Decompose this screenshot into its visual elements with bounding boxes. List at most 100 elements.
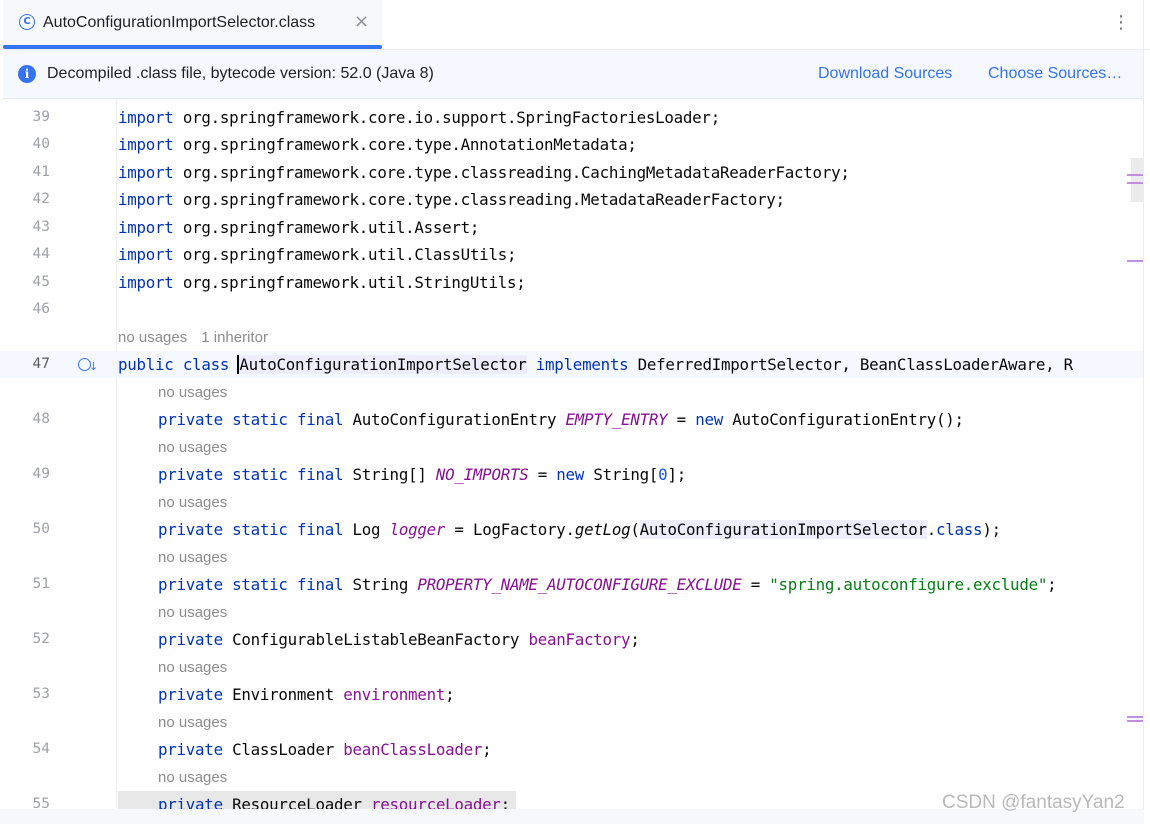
punctuation: ; [1047, 575, 1057, 594]
type-name: AutoConfigurationEntry [352, 410, 557, 429]
code-line-42[interactable]: 42 import org.springframework.core.type.… [0, 186, 1144, 213]
tab-title: AutoConfigurationImportSelector.class [43, 14, 316, 31]
type-name: ResourceLoader [232, 795, 362, 809]
field-declaration: private static final AutoConfigurationEn… [158, 406, 964, 433]
scroll-marker[interactable] [1127, 260, 1144, 262]
code-line-45[interactable]: 45 import org.springframework.util.Strin… [0, 269, 1144, 296]
decompiled-banner: i Decompiled .class file, bytecode versi… [3, 50, 1144, 99]
import-statement: import org.springframework.core.type.cla… [118, 159, 850, 186]
keyword: private [158, 410, 223, 429]
scroll-marker[interactable] [1127, 174, 1144, 176]
no-usages-hint[interactable]: no usages [158, 489, 227, 516]
code-vision-hint: no usages [0, 764, 1144, 791]
operator: = [454, 520, 464, 539]
import-path: org.springframework.util.ClassUtils; [182, 245, 517, 264]
code-line-40[interactable]: 40 import org.springframework.core.type.… [0, 131, 1144, 158]
field-name: resourceLoader [371, 795, 501, 809]
field-declaration: private ResourceLoader resourceLoader; [118, 791, 516, 809]
type-name: String [352, 575, 409, 594]
no-usages-hint[interactable]: no usages [158, 709, 227, 736]
import-statement: import org.springframework.core.io.suppo… [118, 104, 720, 131]
download-sources-link[interactable]: Download Sources [818, 65, 952, 83]
field-declaration: private static final String[] NO_IMPORTS… [158, 461, 686, 488]
code-line-50[interactable]: 50 private static final Log logger = Log… [0, 516, 1144, 543]
code-line-39[interactable]: 39 import org.springframework.core.io.su… [0, 104, 1144, 131]
keyword: implements [535, 355, 629, 374]
keyword: import [118, 108, 174, 127]
scroll-marker[interactable] [1127, 182, 1144, 184]
keyword: final [296, 520, 344, 539]
no-usages-hint[interactable]: no usages [118, 329, 187, 346]
import-path: org.springframework.core.type.classreadi… [182, 190, 785, 209]
field-declaration: private static final String PROPERTY_NAM… [158, 571, 1057, 598]
active-tab-indicator [3, 45, 382, 49]
code-line-44[interactable]: 44 import org.springframework.util.Class… [0, 241, 1144, 268]
no-usages-hint[interactable]: no usages [158, 379, 227, 406]
no-usages-hint[interactable]: no usages [158, 599, 227, 626]
punctuation: . [926, 520, 937, 539]
field-declaration: private ClassLoader beanClassLoader; [158, 736, 492, 763]
constant-name: NO_IMPORTS [435, 465, 529, 484]
scrollbar-thumb[interactable] [1131, 158, 1143, 202]
code-line-48[interactable]: 48 private static final AutoConfiguratio… [0, 406, 1144, 433]
no-usages-hint[interactable]: no usages [158, 654, 227, 681]
keyword: private [158, 465, 223, 484]
scroll-marker[interactable] [1127, 716, 1144, 718]
code-line-52[interactable]: 52 private ConfigurableListableBeanFacto… [0, 626, 1144, 653]
string-literal: "spring.autoconfigure.exclude" [769, 575, 1048, 594]
keyword: private [158, 630, 223, 649]
keyword: private [158, 795, 223, 809]
field-declaration: private Environment environment; [158, 681, 455, 708]
field-name: environment [343, 685, 446, 704]
operator: = [676, 410, 687, 429]
no-usages-hint[interactable]: no usages [158, 434, 227, 461]
line-number: 49 [32, 466, 50, 482]
code-line-43[interactable]: 43 import org.springframework.util.Asser… [0, 214, 1144, 241]
code-line-46[interactable]: 46 [0, 296, 1144, 323]
code-line-51[interactable]: 51 private static final String PROPERTY_… [0, 571, 1144, 598]
type-name: Environment [232, 685, 334, 704]
keyword: private [158, 575, 223, 594]
class-declaration: public class AutoConfigurationImportSele… [118, 351, 1073, 378]
code-editor[interactable]: 39 import org.springframework.core.io.su… [0, 99, 1144, 809]
more-options-icon[interactable]: ⋮ [1112, 10, 1130, 36]
inheritors-hint[interactable]: 1 inheritor [201, 329, 268, 346]
scroll-marker[interactable] [1127, 720, 1144, 722]
field-declaration: private ConfigurableListableBeanFactory … [158, 626, 640, 653]
line-number: 55 [32, 796, 50, 809]
code-vision-hint: no usages [0, 654, 1144, 681]
code-vision-hint: no usages [0, 709, 1144, 736]
choose-sources-link[interactable]: Choose Sources… [988, 65, 1122, 83]
punctuation: ]; [667, 465, 686, 484]
tab-autoconfiguration-import-selector[interactable]: C AutoConfigurationImportSelector.class … [3, 0, 382, 49]
method-call: getLog [574, 520, 631, 539]
keyword: final [296, 575, 344, 594]
watermark: CSDN @fantasyYan2 [942, 792, 1125, 813]
import-path: org.springframework.core.type.classreadi… [182, 163, 850, 182]
no-usages-hint[interactable]: no usages [158, 764, 227, 791]
code-line-53[interactable]: 53 private Environment environment; [0, 681, 1144, 708]
constant-name: logger [389, 520, 446, 539]
keyword: import [118, 218, 174, 237]
code-line-47[interactable]: 47 ↓ public class AutoConfigurationImpor… [0, 351, 1144, 378]
type-name: ClassLoader [232, 740, 334, 759]
keyword: import [118, 273, 174, 292]
code-vision-hint: no usages [0, 379, 1144, 406]
keyword: static [232, 575, 288, 594]
code-line-41[interactable]: 41 import org.springframework.core.type.… [0, 159, 1144, 186]
no-usages-hint[interactable]: no usages [158, 544, 227, 571]
line-number: 45 [32, 274, 50, 290]
code-line-49[interactable]: 49 private static final String[] NO_IMPO… [0, 461, 1144, 488]
class-name[interactable]: AutoConfigurationImportSelector [239, 355, 527, 374]
constructor-call: AutoConfigurationEntry(); [732, 410, 964, 429]
banner-message: Decompiled .class file, bytecode version… [47, 65, 434, 82]
code-line-54[interactable]: 54 private ClassLoader beanClassLoader; [0, 736, 1144, 763]
close-icon[interactable]: × [354, 10, 369, 34]
inlay-hint[interactable]: no usages 1 inheritor [118, 324, 268, 351]
operator: = [750, 575, 761, 594]
constant-name: EMPTY_ENTRY [565, 410, 668, 429]
keyword: new [695, 410, 723, 429]
class-name-usage[interactable]: AutoConfigurationImportSelector [639, 520, 927, 539]
implemented-by-icon[interactable]: ↓ [78, 356, 98, 374]
class-ref: LogFactory. [472, 520, 575, 539]
